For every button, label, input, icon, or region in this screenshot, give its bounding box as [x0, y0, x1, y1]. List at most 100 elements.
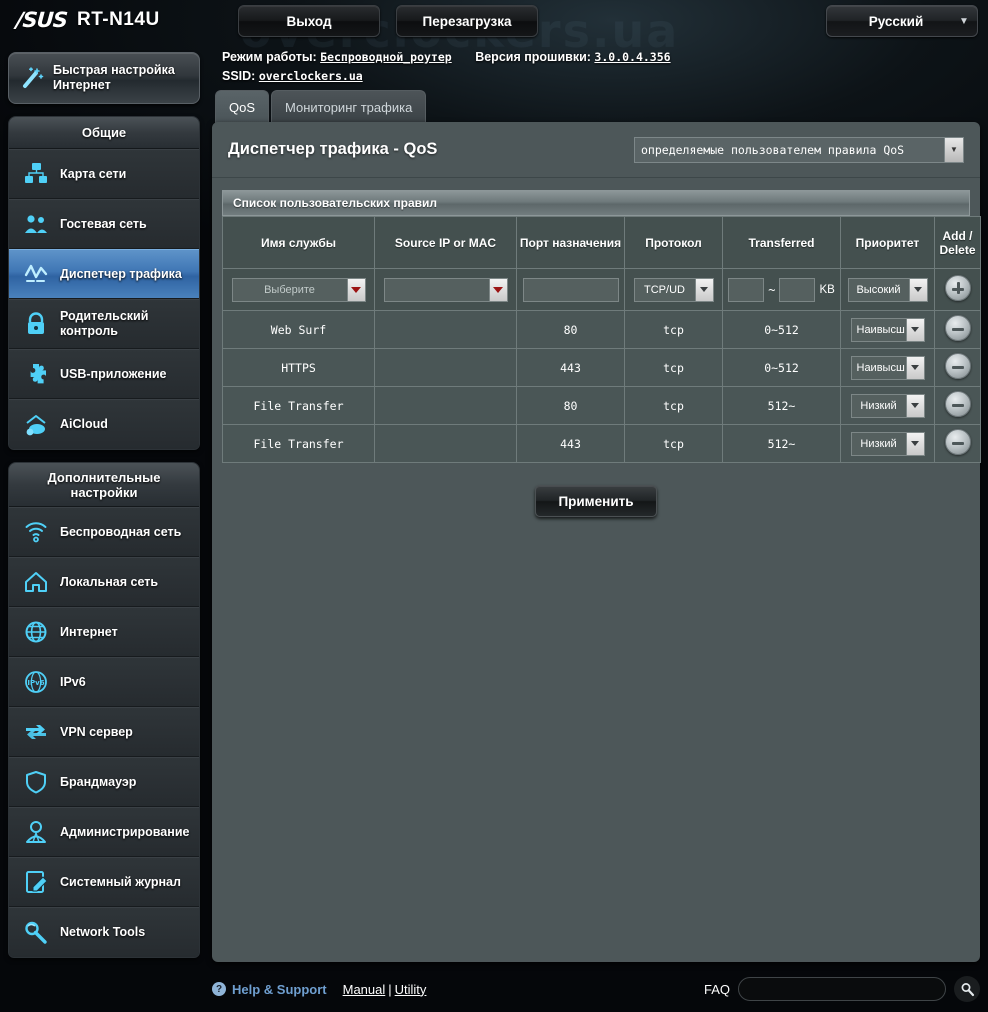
sidebar-item-label: Локальная сеть: [60, 574, 159, 589]
nav-group-advanced: Дополнительные настройки Беспроводная се…: [8, 462, 200, 958]
sidebar-item-label: IPv6: [60, 674, 86, 689]
sidebar-item-firewall[interactable]: Брандмауэр: [9, 757, 199, 807]
cell-priority: Наивысш: [840, 348, 935, 387]
cell-priority: Низкий: [840, 386, 935, 425]
sidebar-item-label: Гостевая сеть: [60, 216, 147, 231]
cell-port: 80: [516, 310, 625, 349]
search-icon[interactable]: [954, 976, 980, 1002]
operation-mode-value[interactable]: Беспроводной_роутер: [320, 50, 452, 64]
sidebar-item-aicloud[interactable]: AiCloud: [9, 399, 199, 449]
delete-rule-button[interactable]: [944, 429, 971, 455]
sidebar-item-ipv6[interactable]: IPv6 IPv6: [9, 657, 199, 707]
sidebar-item-label: AiCloud: [60, 417, 108, 431]
manual-link[interactable]: Manual: [343, 982, 386, 997]
firmware-value[interactable]: 3.0.0.4.356: [594, 50, 670, 64]
sidebar-item-label: Родительский контроль: [60, 309, 149, 338]
service-name-select[interactable]: Выберите: [231, 277, 366, 302]
faq-search-input[interactable]: [738, 977, 946, 1001]
svg-text:IPv6: IPv6: [27, 679, 44, 687]
delete-rule-button[interactable]: [944, 391, 971, 417]
sidebar-item-vpn[interactable]: VPN сервер: [9, 707, 199, 757]
sidebar-item-network-tools[interactable]: Network Tools: [9, 907, 199, 957]
parental-control-icon: [21, 309, 51, 339]
delete-rule-button[interactable]: [944, 315, 971, 341]
firewall-shield-icon: [21, 767, 51, 797]
language-select[interactable]: Русский ▼: [826, 5, 978, 37]
source-ip-mac-select[interactable]: [383, 277, 508, 302]
column-header-transferred: Transferred: [722, 216, 841, 269]
row-priority-select[interactable]: Наивысш: [850, 317, 925, 342]
protocol-select[interactable]: TCP/UD: [633, 277, 714, 302]
sidebar-item-label: Брандмауэр: [60, 774, 137, 789]
sidebar-item-wan[interactable]: Интернет: [9, 607, 199, 657]
priority-select[interactable]: Высокий: [847, 277, 928, 302]
row-priority-value: Наивысш: [856, 361, 905, 374]
cell-delete-button: [934, 310, 981, 349]
delete-rule-button[interactable]: [944, 353, 971, 379]
sidebar-item-guest-network[interactable]: Гостевая сеть: [9, 199, 199, 249]
sidebar-item-label: Диспетчер трафика: [60, 266, 182, 281]
chevron-down-icon: ▼: [959, 15, 969, 27]
apply-button[interactable]: Применить: [535, 485, 657, 517]
wan-globe-icon: [21, 617, 51, 647]
cell-transferred: 0~512: [722, 348, 841, 387]
range-separator: ~: [768, 282, 776, 297]
cell-priority-input: Высокий: [840, 268, 935, 311]
router-model: RT-N14U: [76, 9, 160, 30]
firmware-label: Версия прошивки:: [475, 50, 591, 64]
cell-source: [374, 386, 517, 425]
system-log-icon: [21, 867, 51, 897]
transferred-unit-label: KB: [819, 283, 835, 296]
chevron-down-icon: [694, 278, 713, 301]
sidebar-item-system-log[interactable]: Системный журнал: [9, 857, 199, 907]
vpn-icon: [21, 717, 51, 747]
cell-port: 80: [516, 386, 625, 425]
sidebar-item-parental-control[interactable]: Родительский контроль: [9, 299, 199, 349]
ssid-value[interactable]: overclockers.ua: [259, 69, 363, 83]
row-priority-select[interactable]: Низкий: [850, 431, 925, 456]
chevron-down-icon: [346, 278, 365, 301]
qos-mode-select[interactable]: определяемые пользователем правила QoS ▼: [634, 136, 964, 163]
sidebar-item-label: Карта сети: [60, 166, 127, 181]
nav-group-general-title: Общие: [9, 117, 199, 149]
apply-row: Применить: [212, 485, 980, 517]
quick-internet-setup-button[interactable]: Быстрая настройка Интернет: [8, 52, 200, 104]
sidebar: Быстрая настройка Интернет Общие Карта с…: [8, 52, 204, 958]
sidebar-item-usb-application[interactable]: USB-приложение: [9, 349, 199, 399]
sidebar-item-label: Системный журнал: [60, 874, 181, 889]
transferred-to-input[interactable]: [779, 277, 816, 302]
column-header-add-delete: Add / Delete: [934, 216, 981, 269]
cell-transferred: 512~: [722, 424, 841, 463]
column-header-protocol: Протокол: [624, 216, 723, 269]
help-and-support-link[interactable]: ? Help & Support: [212, 982, 327, 997]
qos-rules-table: Имя службы Source IP or MAC Порт назначе…: [222, 216, 981, 463]
utility-link[interactable]: Utility: [395, 982, 427, 997]
page-title: Диспетчер трафика - QoS: [228, 140, 438, 158]
sidebar-item-wireless[interactable]: Беспроводная сеть: [9, 507, 199, 557]
reboot-button[interactable]: Перезагрузка: [396, 5, 538, 37]
sidebar-item-network-map[interactable]: Карта сети: [9, 149, 199, 199]
row-priority-value: Низкий: [860, 399, 897, 412]
row-priority-select[interactable]: Наивысш: [850, 355, 925, 380]
cell-protocol-input: TCP/UD: [624, 268, 723, 311]
tab-bar: QoS Мониторинг трафика: [215, 90, 427, 123]
row-priority-select[interactable]: Низкий: [850, 393, 925, 418]
footer-links: Manual | Utility: [343, 982, 427, 997]
cell-service-name: File Transfer: [222, 424, 375, 463]
tab-traffic-monitor[interactable]: Мониторинг трафика: [271, 90, 427, 123]
sidebar-item-administration[interactable]: Администрирование: [9, 807, 199, 857]
rule-input-row: Выберите TCP/UD ~ KB Высокий: [222, 268, 981, 311]
chevron-down-icon: [908, 278, 927, 301]
add-rule-button[interactable]: [944, 275, 971, 301]
ssid-label: SSID:: [222, 69, 256, 83]
sidebar-item-lan[interactable]: Локальная сеть: [9, 557, 199, 607]
sidebar-item-label: VPN сервер: [60, 724, 133, 739]
logout-button[interactable]: Выход: [238, 5, 380, 37]
cell-source: [374, 424, 517, 463]
main-panel: Диспетчер трафика - QoS определяемые пол…: [212, 122, 981, 962]
cell-protocol: tcp: [624, 424, 723, 463]
destination-port-input[interactable]: [522, 277, 619, 302]
transferred-from-input[interactable]: [728, 277, 765, 302]
tab-qos[interactable]: QoS: [215, 90, 270, 123]
sidebar-item-traffic-manager[interactable]: Диспетчер трафика: [9, 249, 199, 299]
